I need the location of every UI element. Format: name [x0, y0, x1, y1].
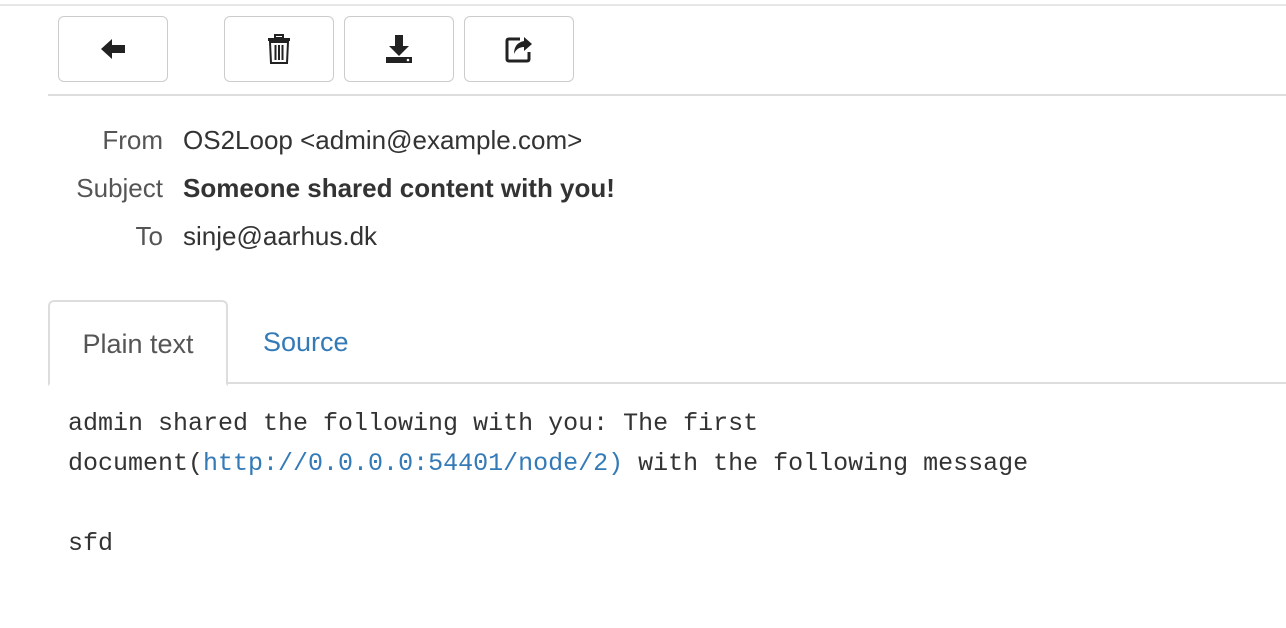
arrow-left-icon: [99, 37, 127, 61]
body-line-4: sfd: [68, 529, 114, 558]
back-button[interactable]: [58, 16, 168, 82]
message-body: admin shared the following with you: The…: [68, 404, 1268, 564]
view-tabs: Plain text Source: [48, 300, 1286, 386]
from-row: From OS2Loop <admin@example.com>: [48, 118, 948, 166]
forward-button[interactable]: [464, 16, 574, 82]
download-icon: [385, 34, 413, 64]
tab-plain-text[interactable]: Plain text: [48, 300, 228, 386]
to-label: To: [135, 221, 163, 251]
to-row: To sinje@aarhus.dk: [48, 214, 948, 262]
body-line-2-prefix: document(: [68, 449, 204, 478]
share-icon: [505, 35, 533, 63]
from-label: From: [102, 125, 163, 155]
from-value: OS2Loop <admin@example.com>: [183, 125, 583, 155]
body-line-2-suffix: with the following message: [623, 449, 1029, 478]
tab-source[interactable]: Source: [263, 300, 349, 384]
delete-button[interactable]: [224, 16, 334, 82]
header-divider: [48, 94, 1286, 96]
node-link[interactable]: http://0.0.0.0:54401/node/2): [203, 449, 623, 478]
top-divider: [0, 4, 1286, 6]
subject-label: Subject: [76, 173, 163, 203]
body-line-1: admin shared the following with you: The…: [68, 409, 759, 438]
subject-value: Someone shared content with you!: [183, 173, 615, 203]
message-headers: From OS2Loop <admin@example.com> Subject…: [48, 118, 948, 262]
to-value: sinje@aarhus.dk: [183, 221, 378, 251]
trash-icon: [267, 34, 291, 64]
subject-row: Subject Someone shared content with you!: [48, 166, 948, 214]
download-button[interactable]: [344, 16, 454, 82]
